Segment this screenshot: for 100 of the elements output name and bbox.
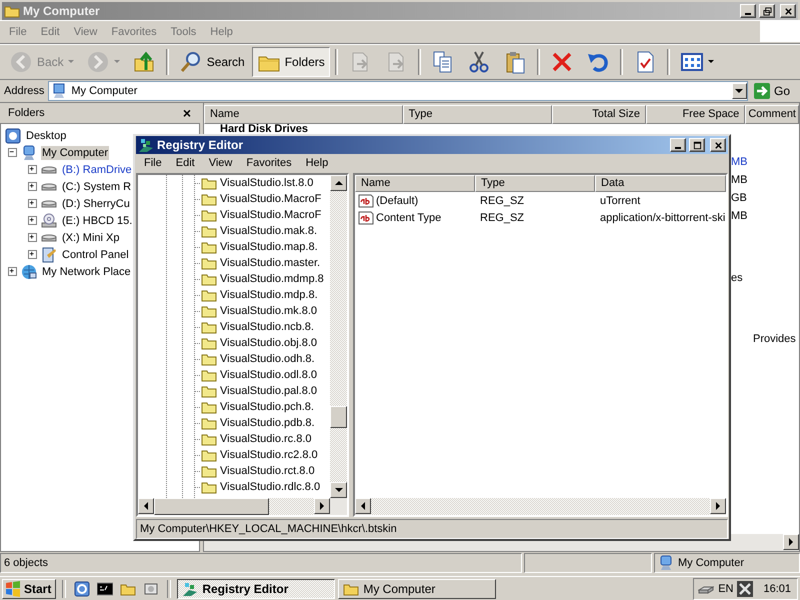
plus-icon xyxy=(29,217,36,224)
tree-item[interactable]: VisualStudio.MacroF xyxy=(220,193,322,205)
column-header[interactable]: Total Size xyxy=(552,105,646,124)
expand-toggle[interactable] xyxy=(8,148,17,157)
expand-toggle[interactable] xyxy=(28,233,37,242)
cdrom-icon xyxy=(41,212,57,228)
tree-item[interactable]: VisualStudio.lst.8.0 xyxy=(220,177,314,189)
scroll-right-button[interactable] xyxy=(314,498,330,514)
minimize-icon xyxy=(745,13,751,15)
dropdown-button[interactable] xyxy=(732,83,747,99)
address-field[interactable]: My Computer xyxy=(48,81,748,101)
tree-item[interactable]: Control Panel xyxy=(61,248,130,262)
arrow-icon xyxy=(754,83,770,99)
column-header[interactable]: Free Space xyxy=(646,105,746,124)
drive-icon[interactable] xyxy=(143,580,160,596)
scrollbar[interactable] xyxy=(330,175,347,498)
tree-item[interactable]: VisualStudio.map.8. xyxy=(220,241,318,253)
expand-toggle[interactable] xyxy=(28,250,37,259)
tree-item[interactable]: Desktop xyxy=(25,128,68,142)
tree-item[interactable]: (X:) Mini Xp xyxy=(61,230,120,244)
expand-toggle[interactable] xyxy=(28,182,37,191)
table-cell: MB xyxy=(731,156,748,168)
menu-item[interactable]: Help xyxy=(298,157,336,169)
caret-icon xyxy=(68,60,74,64)
close-button[interactable] xyxy=(710,138,726,152)
group-header: Hard Disk Drives xyxy=(220,123,308,136)
scroll-right-button[interactable] xyxy=(783,534,799,550)
pane-title: Folders xyxy=(8,107,45,119)
tree-item[interactable]: VisualStudio.ncb.8. xyxy=(220,321,314,333)
tree-item[interactable]: My Network Place xyxy=(41,264,132,278)
menu-item[interactable]: Edit xyxy=(168,157,202,169)
table-cell: MB xyxy=(731,174,748,186)
zone-label: My Computer xyxy=(678,557,744,569)
menu-item[interactable]: File xyxy=(137,157,169,169)
tree-item[interactable]: VisualStudio.MacroF xyxy=(220,209,322,221)
tree-item[interactable]: (D:) SherryCu xyxy=(61,196,131,210)
maximize-icon xyxy=(692,140,702,150)
taskbar-button[interactable]: My Computer xyxy=(338,578,496,598)
maximize-button[interactable] xyxy=(689,138,705,152)
tree-item[interactable]: VisualStudio.pch.8. xyxy=(220,401,314,413)
caret-icon xyxy=(708,60,714,64)
tree-item[interactable]: (E:) HBCD 15. xyxy=(61,214,134,228)
flag-icon xyxy=(5,580,21,596)
tree-item[interactable]: VisualStudio.rc2.8.0 xyxy=(220,449,318,461)
tree-item[interactable]: VisualStudio.mdmp.8 xyxy=(220,273,324,285)
column-header[interactable]: Name xyxy=(355,175,475,192)
tree-item[interactable]: VisualStudio.odl.8.0 xyxy=(220,369,318,381)
tree-item[interactable]: VisualStudio.master. xyxy=(220,257,320,269)
language-indicator[interactable]: EN xyxy=(718,582,734,594)
down-arrow-icon xyxy=(334,486,342,494)
start-button[interactable]: Start xyxy=(2,578,56,598)
caret-icon xyxy=(114,60,120,64)
scroll-right-button[interactable] xyxy=(710,498,726,514)
left-arrow-icon xyxy=(359,502,367,510)
scroll-thumb[interactable] xyxy=(154,498,269,515)
browser-icon[interactable] xyxy=(74,580,90,596)
tree-item[interactable]: VisualStudio.mdp.8. xyxy=(220,289,318,301)
caret-icon xyxy=(735,88,744,94)
views-icon xyxy=(680,50,704,74)
close-icon xyxy=(714,140,722,150)
scroll-up-button[interactable] xyxy=(330,175,347,191)
tree-item[interactable]: (C:) System R xyxy=(61,180,132,194)
registry-icon xyxy=(182,580,198,596)
search-icon xyxy=(178,50,203,74)
plus-icon xyxy=(29,251,36,258)
column-header[interactable]: Comment xyxy=(745,105,799,124)
expand-toggle[interactable] xyxy=(28,165,37,174)
tree-item[interactable]: (B:) RamDrive xyxy=(61,162,133,176)
expand-toggle[interactable] xyxy=(28,199,37,208)
tools-icon[interactable] xyxy=(737,580,754,596)
tree-item[interactable]: VisualStudio.rc.8.0 xyxy=(220,433,312,445)
table-cell: Provides xyxy=(753,333,796,345)
expand-toggle[interactable] xyxy=(28,216,37,225)
close-icon xyxy=(784,6,792,16)
tree-item[interactable]: VisualStudio.mk.8.0 xyxy=(220,305,318,317)
folders-button[interactable]: Folders xyxy=(252,47,330,77)
tree-item[interactable]: VisualStudio.pal.8.0 xyxy=(220,385,318,397)
column-header[interactable]: Data xyxy=(595,175,726,192)
scroll-left-button[interactable] xyxy=(138,498,154,514)
tree-item[interactable]: VisualStudio.pdb.8. xyxy=(220,417,315,429)
tree-item[interactable]: VisualStudio.obj.8.0 xyxy=(220,337,318,349)
minimize-button[interactable] xyxy=(670,138,686,152)
tree-item[interactable]: VisualStudio.rct.8.0 xyxy=(220,465,315,477)
taskbar-button[interactable]: Registry Editor xyxy=(177,578,336,598)
tree-item[interactable]: My Computer xyxy=(41,146,110,160)
table-cell: GB xyxy=(731,192,747,204)
scroll-left-button[interactable] xyxy=(355,498,371,514)
menu-item[interactable]: Favorites xyxy=(239,157,299,169)
column-header[interactable]: Type xyxy=(475,175,595,192)
clock: 16:01 xyxy=(763,582,791,594)
scroll-thumb[interactable] xyxy=(330,406,347,428)
expand-toggle[interactable] xyxy=(8,267,17,276)
column-header[interactable]: Type xyxy=(402,105,552,124)
tree-item[interactable]: VisualStudio.mak.8. xyxy=(220,225,318,237)
scroll-down-button[interactable] xyxy=(330,482,347,498)
tree-item[interactable]: VisualStudio.odh.8. xyxy=(220,353,315,365)
menu-item[interactable]: View xyxy=(202,157,240,169)
column-header[interactable]: Name xyxy=(204,105,403,124)
tree-item[interactable]: VisualStudio.rdlc.8.0 xyxy=(220,481,320,493)
console-icon[interactable] xyxy=(97,580,114,596)
